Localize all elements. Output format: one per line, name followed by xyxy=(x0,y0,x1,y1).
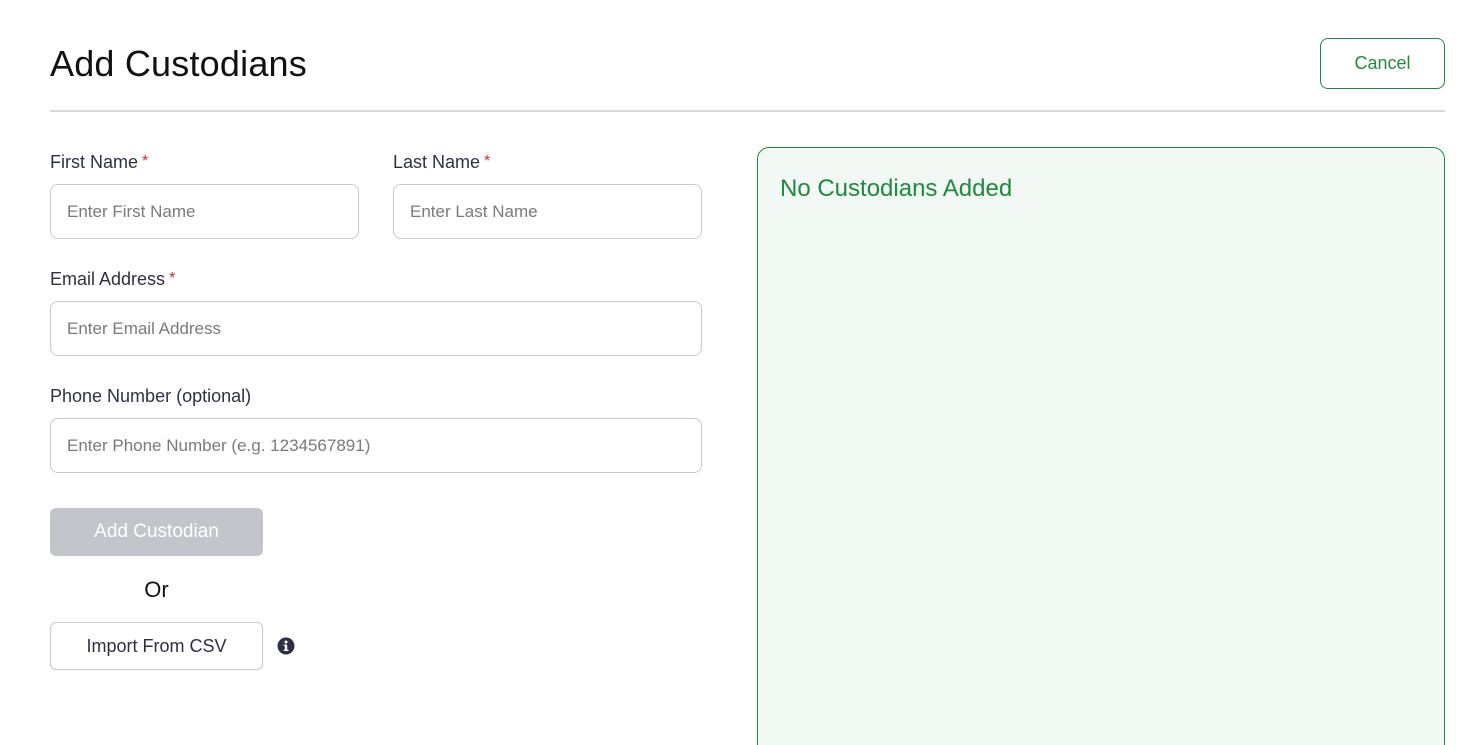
last-name-input[interactable] xyxy=(393,184,702,239)
required-marker: * xyxy=(484,153,491,170)
page-title: Add Custodians xyxy=(50,43,307,84)
last-name-label: Last Name * xyxy=(393,151,490,173)
add-custodian-button[interactable]: Add Custodian xyxy=(50,508,263,556)
cancel-button[interactable]: Cancel xyxy=(1320,38,1445,89)
last-name-label-text: Last Name xyxy=(393,152,481,172)
required-marker: * xyxy=(142,153,149,170)
header-divider xyxy=(50,110,1445,112)
import-csv-button[interactable]: Import From CSV xyxy=(50,622,263,670)
info-circle-icon[interactable] xyxy=(277,637,295,655)
phone-label-text: Phone Number (optional) xyxy=(50,386,252,406)
or-separator: Or xyxy=(144,577,169,602)
phone-label: Phone Number (optional) xyxy=(50,385,251,407)
first-name-input[interactable] xyxy=(50,184,359,239)
add-custodians-page: Add Custodians Cancel First Name* Last N… xyxy=(0,0,1480,745)
first-name-label: First Name * xyxy=(50,151,148,173)
email-input[interactable] xyxy=(50,301,702,356)
custodian-list-panel: No Custodians Added xyxy=(757,147,1445,745)
email-label: Email Address * xyxy=(50,268,175,290)
phone-input[interactable] xyxy=(50,418,702,473)
empty-state-message: No Custodians Added xyxy=(780,175,1013,202)
first-name-label-text: First Name xyxy=(50,152,139,172)
email-label-text: Email Address xyxy=(50,269,166,289)
required-marker: * xyxy=(169,270,176,287)
